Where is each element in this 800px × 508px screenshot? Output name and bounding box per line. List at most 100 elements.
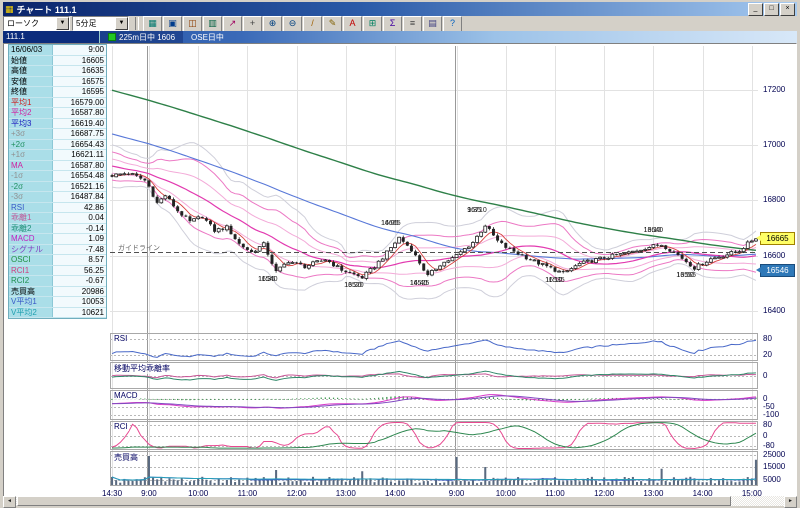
data-row: -2σ 16521.16 xyxy=(9,181,106,192)
data-row: -3σ 16487.84 xyxy=(9,192,106,203)
data-row-value: 16687.75 xyxy=(53,129,106,139)
data-row: -1σ 16554.48 xyxy=(9,171,106,182)
scrollbar-track[interactable] xyxy=(16,496,784,506)
grid-toggle-icon[interactable]: ⊞ xyxy=(363,15,382,32)
data-row-label: RCI1 xyxy=(9,265,53,275)
data-row-label: V平均1 xyxy=(9,297,53,307)
data-row: +1σ 16621.11 xyxy=(9,150,106,161)
data-row-value: 9:00 xyxy=(53,45,106,55)
data-row-label: 高値 xyxy=(9,66,53,76)
data-row-label: 始値 xyxy=(9,55,53,65)
period-select[interactable]: 5分足 ▼ xyxy=(72,16,129,31)
chart-type-select[interactable]: ローソク ▼ xyxy=(3,16,70,31)
data-row-value: 10621 xyxy=(53,307,106,317)
data-row-label: 平均3 xyxy=(9,118,53,128)
chevron-down-icon[interactable]: ▼ xyxy=(56,17,69,30)
maximize-button[interactable]: □ xyxy=(764,2,779,16)
trendline-icon[interactable]: / xyxy=(303,15,322,32)
help-icon[interactable]: ? xyxy=(443,15,462,32)
layout-grid-icon[interactable]: ▦ xyxy=(143,15,162,32)
data-row: シグナル -7.48 xyxy=(9,244,106,255)
chart-canvas[interactable] xyxy=(0,0,800,507)
data-row-label: -3σ xyxy=(9,192,53,202)
horizontal-scrollbar[interactable]: ◄ ► xyxy=(3,496,797,508)
data-row-label: 平均2 xyxy=(9,108,53,118)
toolbar-separator xyxy=(135,17,139,30)
data-row-label: OSCI xyxy=(9,255,53,265)
data-row: 終値 16595 xyxy=(9,87,106,98)
data-row-label: RSI xyxy=(9,202,53,212)
data-row-value: -7.48 xyxy=(53,244,106,254)
text-tool-icon[interactable]: A xyxy=(343,15,362,32)
data-row: MA 16587.80 xyxy=(9,160,106,171)
close-button[interactable]: × xyxy=(780,2,795,16)
status-dot xyxy=(108,33,116,41)
chart-app-window: { "window": { "title": "チャート 111.1", "ic… xyxy=(0,0,800,508)
data-row: 平均1 16579.00 xyxy=(9,97,106,108)
data-row-label: 安値 xyxy=(9,76,53,86)
symbol-code[interactable]: 111.1 xyxy=(3,31,100,43)
window-title: チャート 111.1 xyxy=(16,4,77,15)
data-row-value: 1.09 xyxy=(53,234,106,244)
toolbar-icon-group: ▦ ▣ ◫ ▥ ↗ + ⊕ ⊖ / ✎ A ⊞ Σ ≡ ▤? xyxy=(143,15,463,32)
minimize-button[interactable]: _ xyxy=(748,2,763,16)
period-value: 5分足 xyxy=(76,19,97,28)
zoom-in-icon[interactable]: ⊕ xyxy=(263,15,282,32)
print-icon[interactable]: ▤ xyxy=(423,15,442,32)
data-row-label: 乖離1 xyxy=(9,213,53,223)
data-row-label: V平均2 xyxy=(9,307,53,317)
data-row: MACD 1.09 xyxy=(9,234,106,245)
data-row-value: 42.86 xyxy=(53,202,106,212)
chart-type-value: ローソク xyxy=(7,19,39,28)
bar-chart-icon[interactable]: ▥ xyxy=(203,15,222,32)
line-chart-icon[interactable]: ↗ xyxy=(223,15,242,32)
data-row-label: 終値 xyxy=(9,87,53,97)
chevron-down-icon[interactable]: ▼ xyxy=(115,17,128,30)
data-row-value: 16635 xyxy=(53,66,106,76)
data-row-label: 売買高 xyxy=(9,286,53,296)
indicator-icon[interactable]: Σ xyxy=(383,15,402,32)
tab-label: 225m日中 1606 xyxy=(119,32,176,42)
data-row-label: +2σ xyxy=(9,139,53,149)
data-row-value: 16654.43 xyxy=(53,139,106,149)
zoom-out-icon[interactable]: ⊖ xyxy=(283,15,302,32)
scroll-right-button[interactable]: ► xyxy=(784,496,797,508)
data-row: V平均1 10053 xyxy=(9,297,106,308)
scroll-left-button[interactable]: ◄ xyxy=(3,496,16,508)
data-row: +3σ 16687.75 xyxy=(9,129,106,140)
data-row-label: 平均1 xyxy=(9,97,53,107)
tab-ose-day-session[interactable]: OSE日中 xyxy=(183,31,232,43)
data-row-label: シグナル xyxy=(9,244,53,254)
crosshair-icon[interactable]: + xyxy=(243,15,262,32)
tab-225m-day-session[interactable]: 225m日中 1606 xyxy=(100,31,184,43)
quote-data-panel: 16/06/03 9:00 始値 16605 高値 16635 安値 16575 終値 16595… xyxy=(8,44,107,319)
data-row-value: 56.25 xyxy=(53,265,106,275)
data-row-value: 16587.80 xyxy=(53,108,106,118)
data-row-value: 16605 xyxy=(53,55,106,65)
window-controls: _ □ × xyxy=(747,2,795,16)
data-row: 高値 16635 xyxy=(9,66,106,77)
data-row: RSI 42.86 xyxy=(9,202,106,213)
candlestick-chart-icon[interactable]: ◫ xyxy=(183,15,202,32)
data-row-value: 16621.11 xyxy=(53,150,106,160)
data-row-value: -0.67 xyxy=(53,276,106,286)
scrollbar-thumb[interactable] xyxy=(17,496,732,506)
app-icon: ▦ xyxy=(5,3,14,14)
data-row-value: -0.14 xyxy=(53,223,106,233)
data-row-value: 16575 xyxy=(53,76,106,86)
data-row-value: 20986 xyxy=(53,286,106,296)
chart-window-icon[interactable]: ▣ xyxy=(163,15,182,32)
data-row: 始値 16605 xyxy=(9,55,106,66)
data-row: 乖離1 0.04 xyxy=(9,213,106,224)
data-row-value: 16554.48 xyxy=(53,171,106,181)
data-row-value: 16487.84 xyxy=(53,192,106,202)
data-row-label: MACD xyxy=(9,234,53,244)
data-row-label: 乖離2 xyxy=(9,223,53,233)
info-bar: 111.1 225m日中 1606 OSE日中 xyxy=(3,31,797,43)
settings-icon[interactable]: ≡ xyxy=(403,15,422,32)
data-row: +2σ 16654.43 xyxy=(9,139,106,150)
data-row-value: 16587.80 xyxy=(53,160,106,170)
draw-icon[interactable]: ✎ xyxy=(323,15,342,32)
data-row-label: -1σ xyxy=(9,171,53,181)
data-row: 平均2 16587.80 xyxy=(9,108,106,119)
